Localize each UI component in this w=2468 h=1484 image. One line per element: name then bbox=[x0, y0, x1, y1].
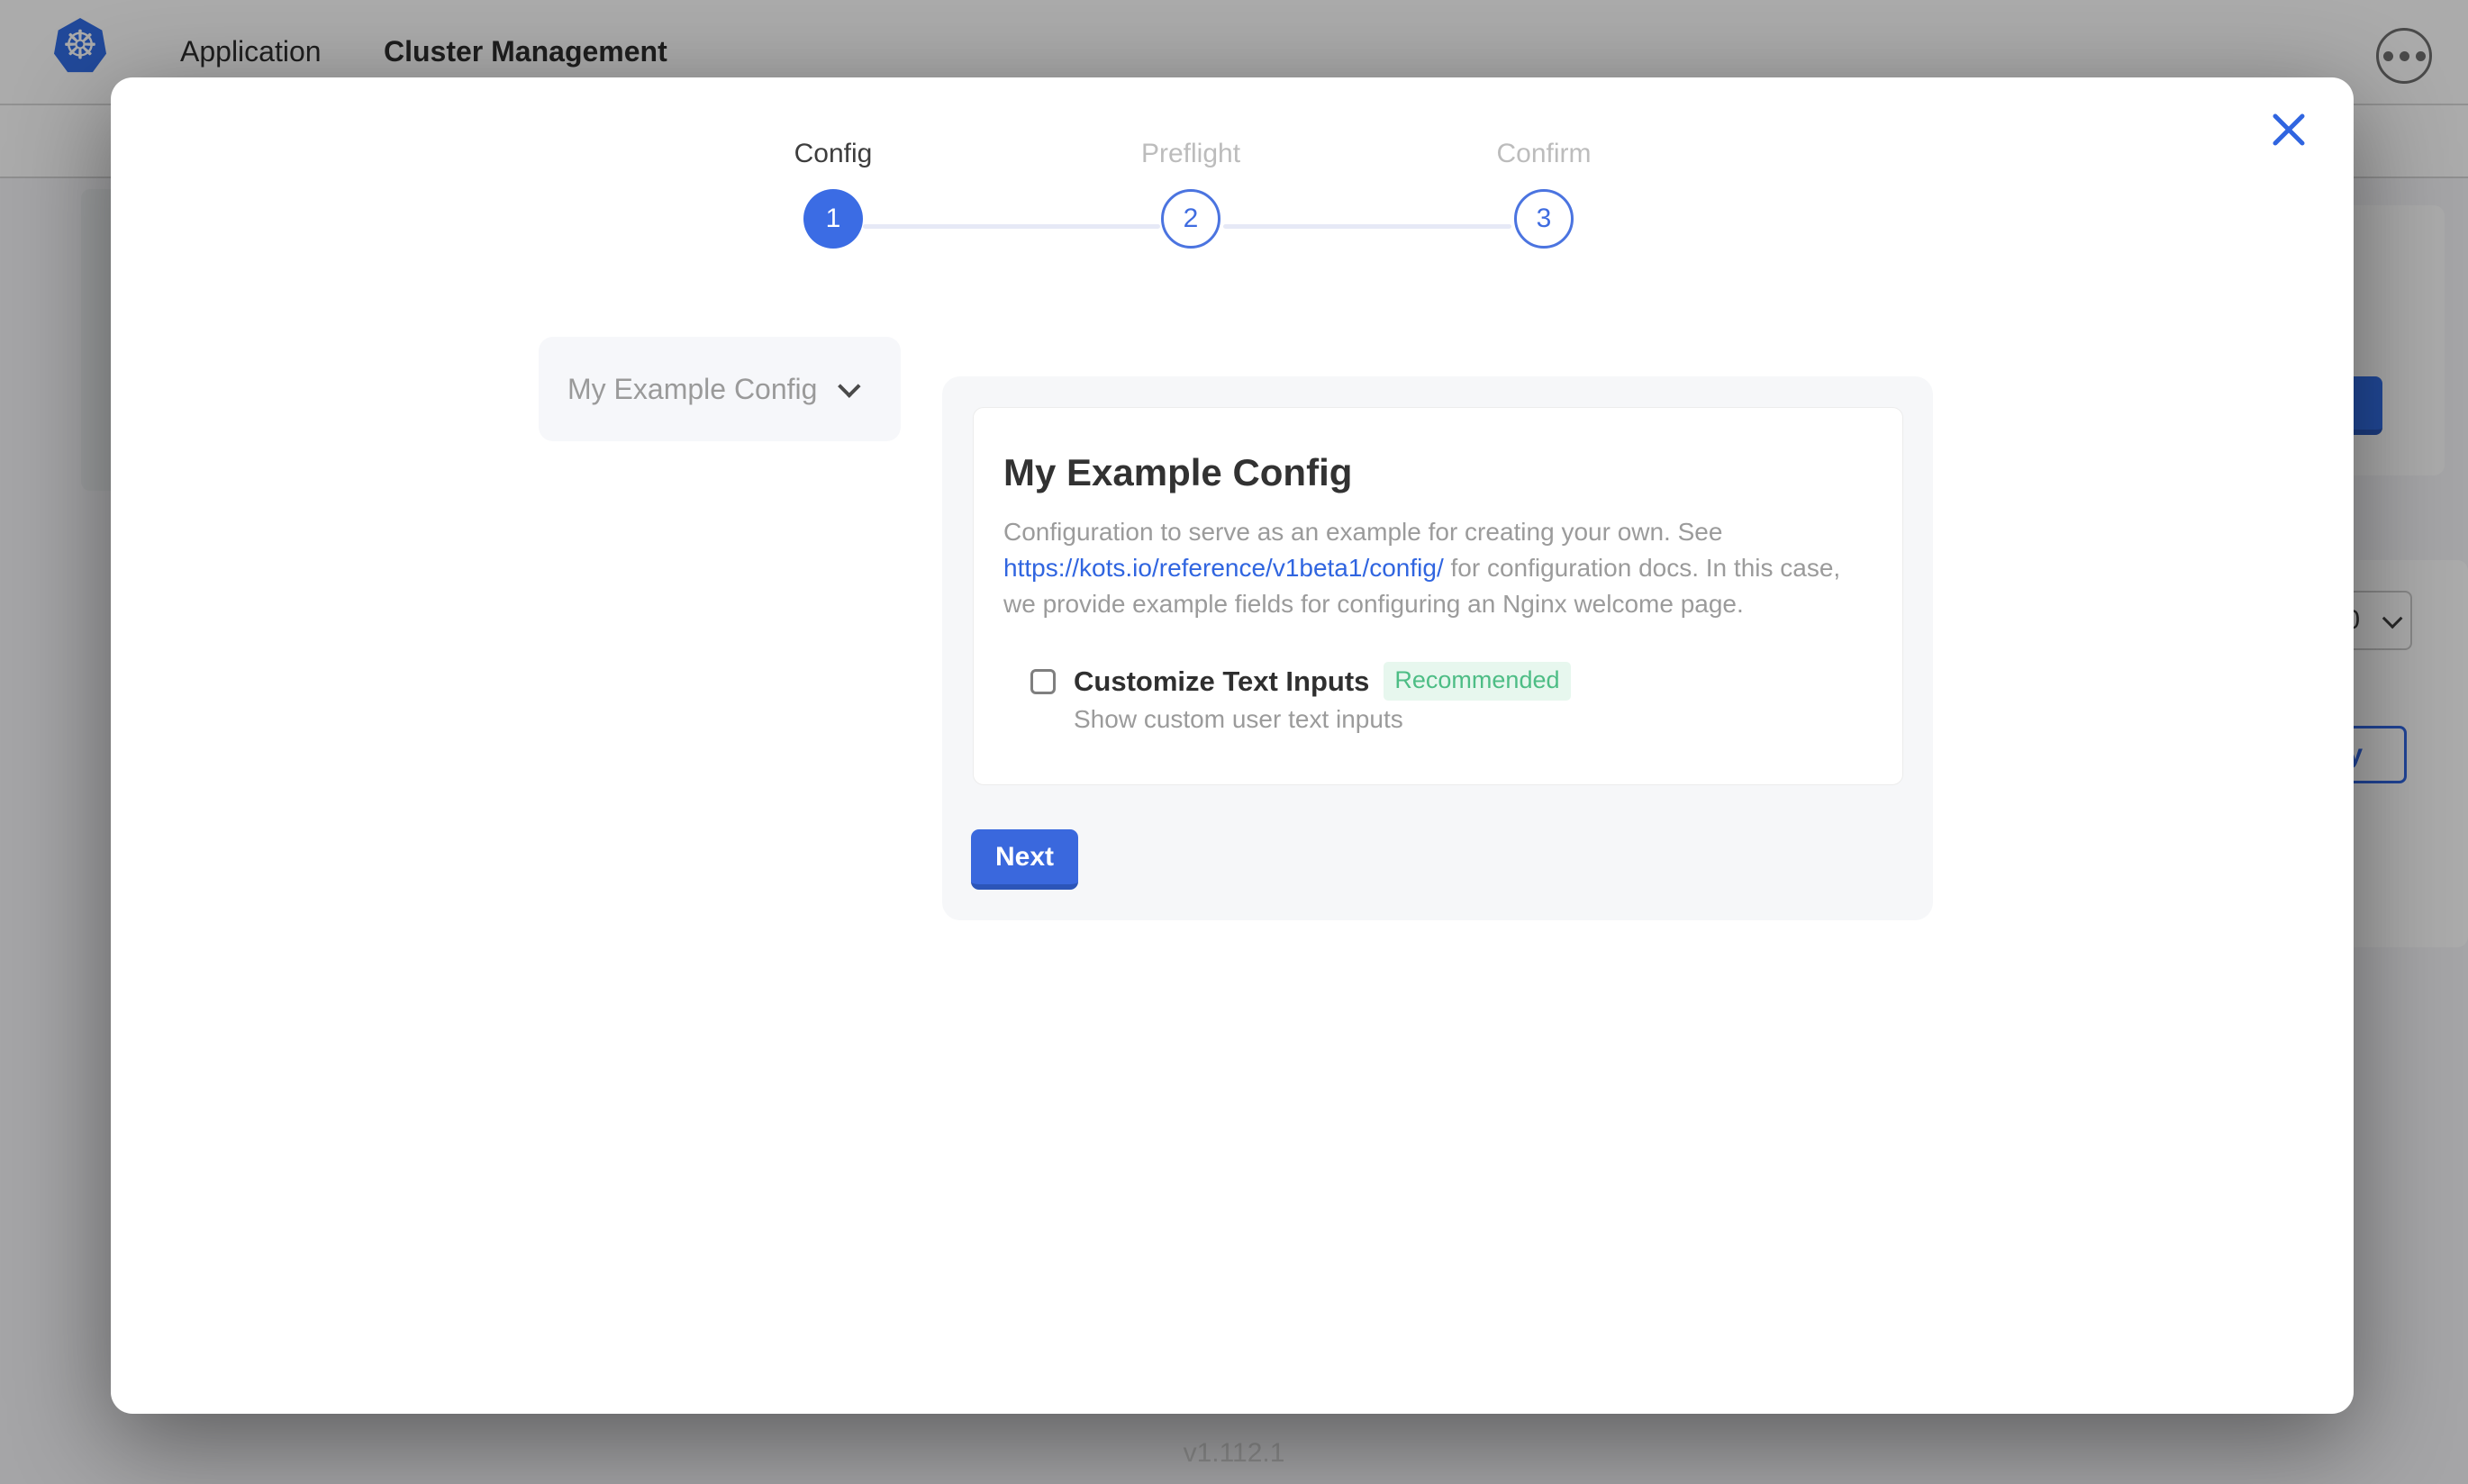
config-group-card: My Example Config Configuration to serve… bbox=[973, 407, 1903, 785]
step-preflight-label: Preflight bbox=[1056, 139, 1326, 169]
customize-text-inputs-checkbox[interactable] bbox=[1030, 669, 1056, 694]
next-button[interactable]: Next bbox=[971, 829, 1078, 890]
config-group-title: My Example Config bbox=[1003, 451, 1352, 494]
step-config: Config 1 bbox=[698, 139, 968, 249]
description-text-3: we provide example fields for configurin… bbox=[1003, 590, 1744, 618]
page: ☸ Application Cluster Management 0 y v1.… bbox=[0, 0, 2468, 1484]
config-group-dropdown[interactable]: My Example Config bbox=[539, 337, 901, 441]
customize-text-inputs-label[interactable]: Customize Text Inputs bbox=[1074, 665, 1369, 698]
description-text-2: for configuration docs. In this case, bbox=[1444, 554, 1840, 582]
checkbox-help-text: Show custom user text inputs bbox=[1074, 705, 1403, 734]
description-text-1: Configuration to serve as an example for… bbox=[1003, 518, 1722, 546]
customize-text-inputs-row: Customize Text Inputs Recommended bbox=[1030, 662, 1571, 701]
recommended-badge: Recommended bbox=[1384, 662, 1570, 701]
config-wizard-modal: Config 1 Preflight 2 Confirm 3 My Exampl… bbox=[111, 77, 2354, 1414]
close-icon[interactable] bbox=[2264, 104, 2314, 155]
chevron-down-icon bbox=[839, 375, 861, 397]
step-confirm-circle: 3 bbox=[1514, 189, 1574, 249]
step-config-circle: 1 bbox=[803, 189, 863, 249]
step-confirm: Confirm 3 bbox=[1409, 139, 1679, 249]
config-group-description: Configuration to serve as an example for… bbox=[1003, 514, 1904, 622]
step-preflight-circle: 2 bbox=[1161, 189, 1220, 249]
step-confirm-label: Confirm bbox=[1409, 139, 1679, 169]
config-docs-link[interactable]: https://kots.io/reference/v1beta1/config… bbox=[1003, 554, 1444, 582]
step-config-label: Config bbox=[698, 139, 968, 169]
step-preflight: Preflight 2 bbox=[1056, 139, 1326, 249]
config-group-dropdown-label: My Example Config bbox=[567, 373, 817, 406]
config-panel: My Example Config Configuration to serve… bbox=[942, 376, 1933, 920]
